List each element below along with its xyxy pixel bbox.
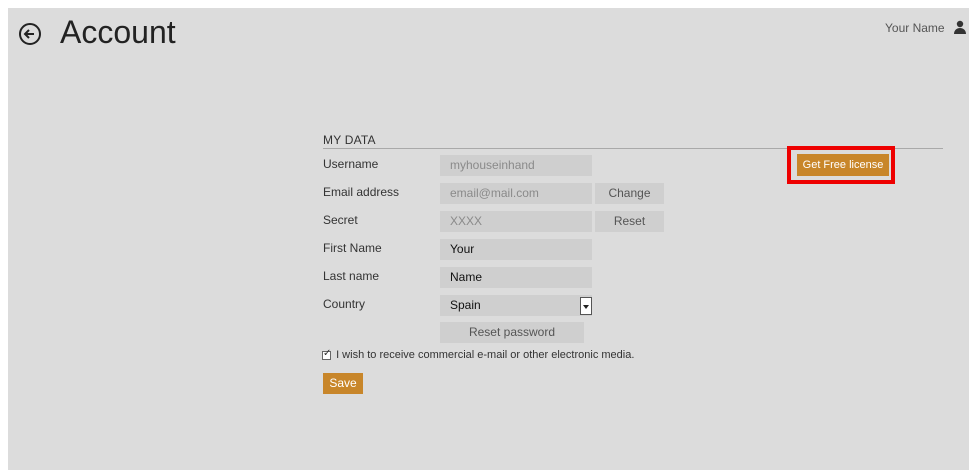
first-name-label: First Name	[323, 241, 382, 255]
country-select[interactable]: Spain	[440, 295, 592, 316]
section-title: MY DATA	[323, 133, 376, 147]
back-arrow-icon[interactable]	[18, 22, 42, 46]
username-field: myhouseinhand	[440, 155, 592, 176]
newsletter-option: I wish to receive commercial e-mail or o…	[322, 348, 635, 361]
change-email-button[interactable]: Change	[595, 183, 664, 204]
last-name-input[interactable]: Name	[440, 267, 592, 288]
reset-secret-button[interactable]: Reset	[595, 211, 664, 232]
username-label: Username	[323, 157, 379, 171]
country-label: Country	[323, 297, 366, 311]
user-name-link[interactable]: Your Name	[885, 21, 945, 35]
newsletter-label: I wish to receive commercial e-mail or o…	[336, 349, 635, 361]
get-free-license-button[interactable]: Get Free license	[797, 154, 889, 176]
email-field: email@mail.com	[440, 183, 592, 204]
chevron-down-icon[interactable]	[580, 297, 592, 315]
page-title: Account	[60, 14, 176, 50]
newsletter-checkbox[interactable]	[322, 348, 331, 360]
user-icon[interactable]	[952, 19, 968, 35]
account-page: Account Your Name MY DATA Username myhou…	[8, 8, 969, 470]
secret-field: XXXX	[440, 211, 592, 232]
secret-label: Secret	[323, 213, 358, 227]
last-name-label: Last name	[323, 269, 380, 283]
email-label: Email address	[323, 185, 400, 199]
first-name-input[interactable]: Your	[440, 239, 592, 260]
save-button[interactable]: Save	[323, 373, 363, 394]
reset-password-button[interactable]: Reset password	[440, 322, 584, 343]
